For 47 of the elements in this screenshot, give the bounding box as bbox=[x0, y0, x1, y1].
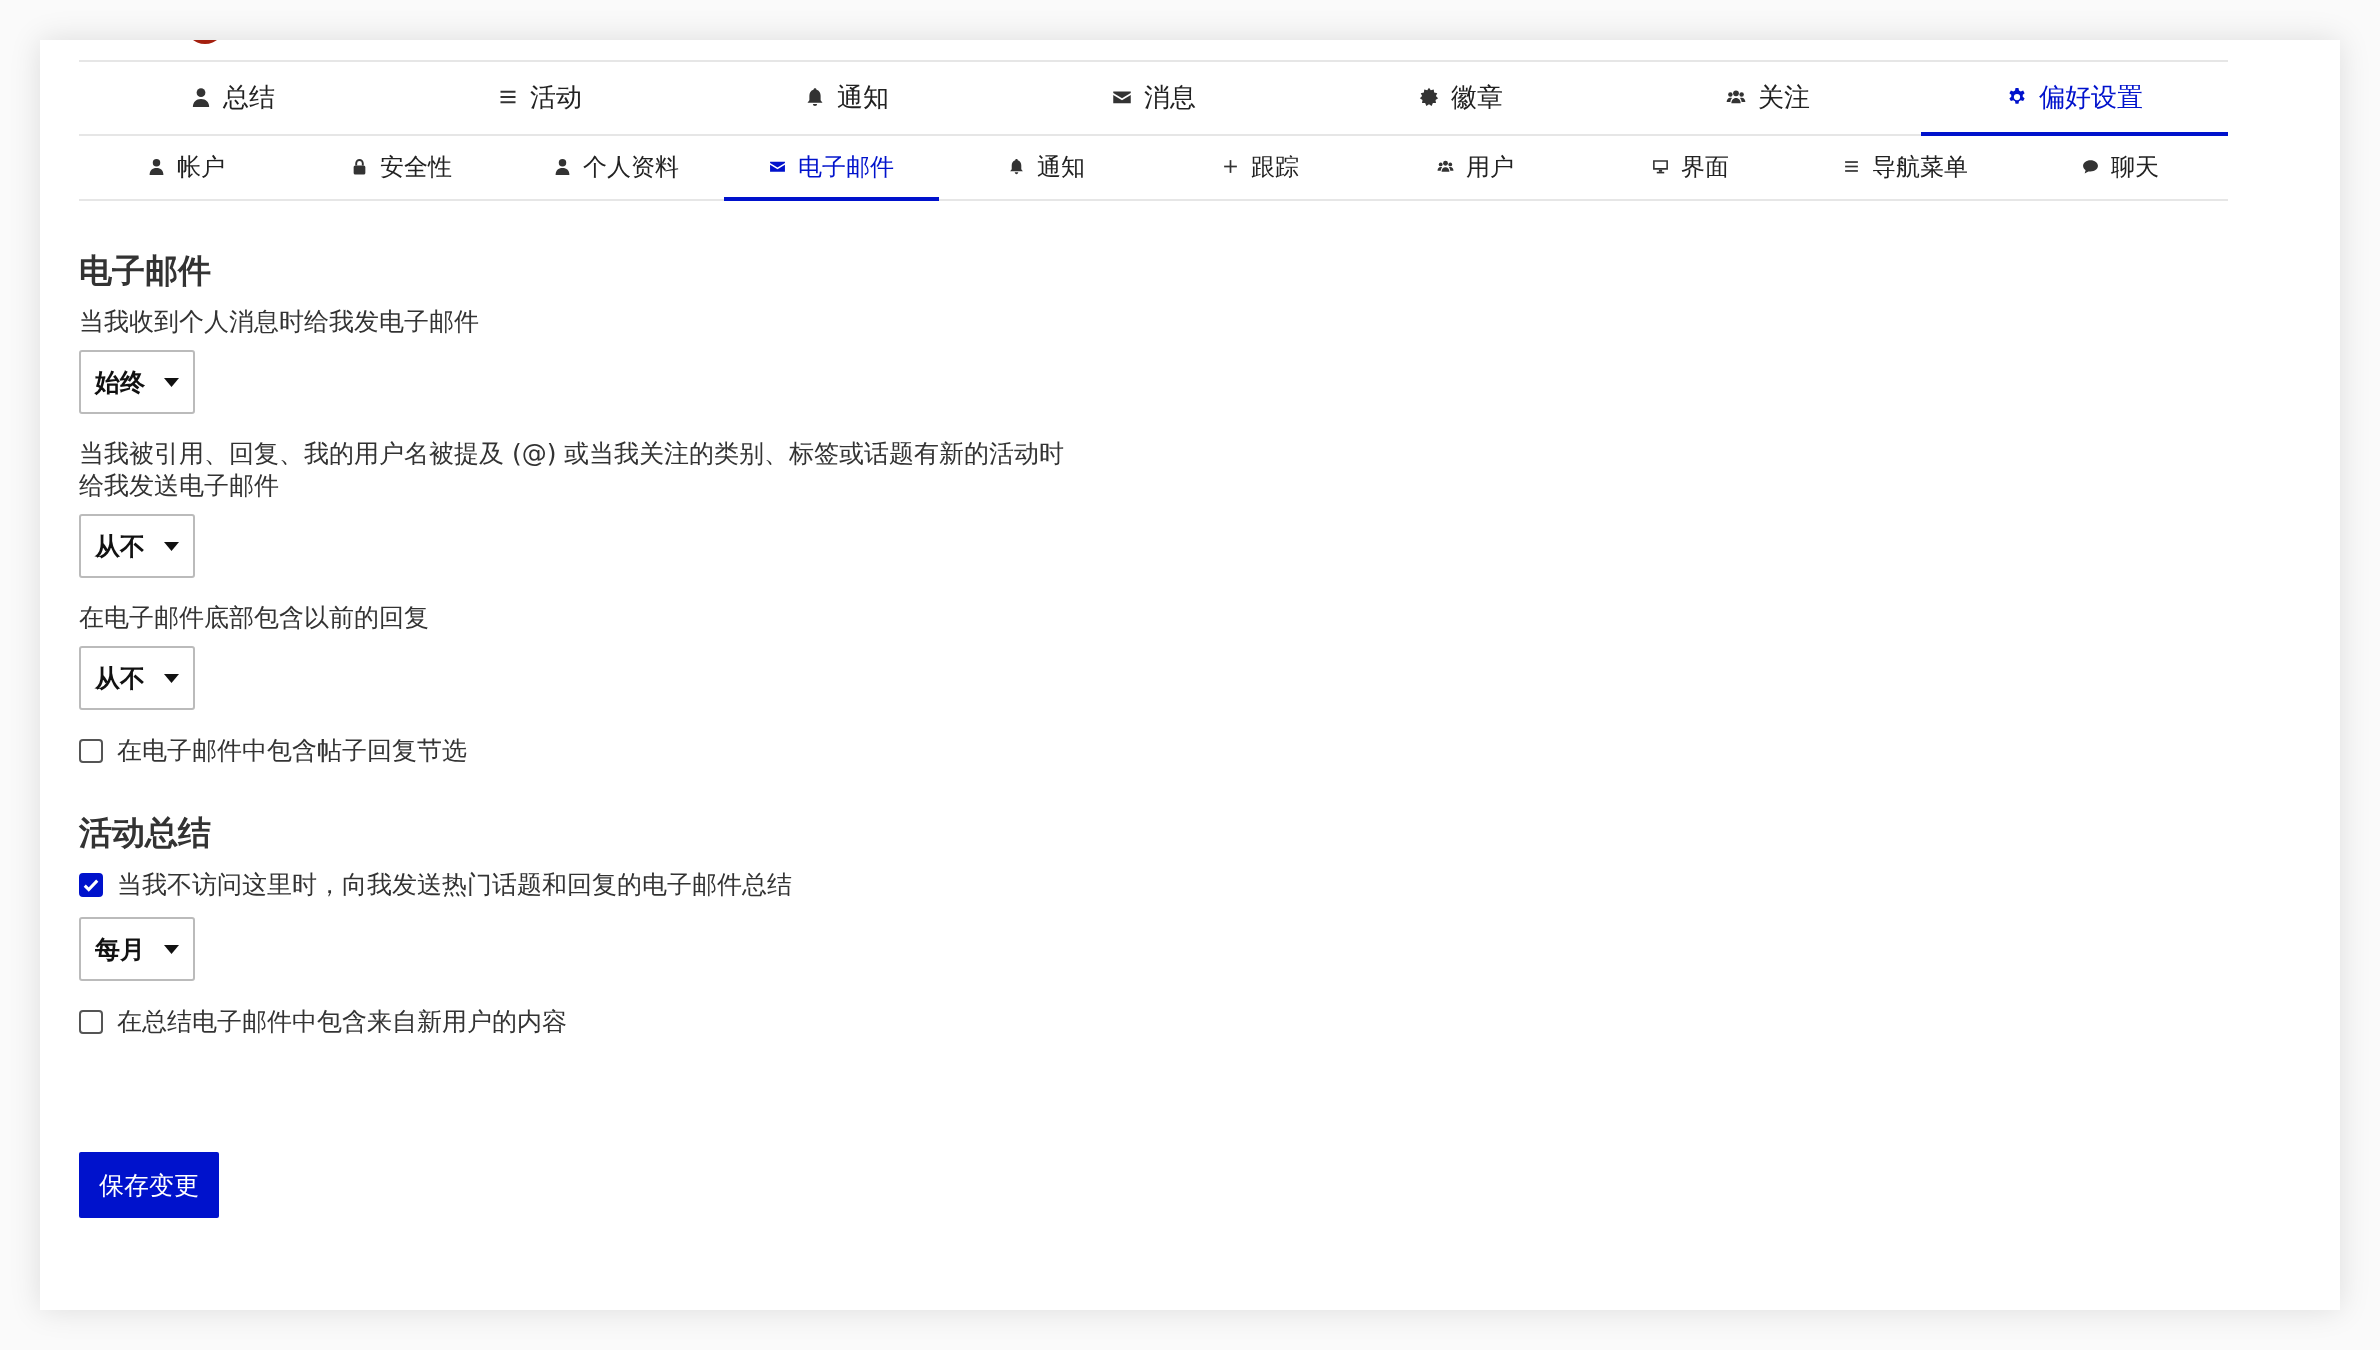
user-icon bbox=[553, 158, 571, 175]
list-icon bbox=[1843, 158, 1861, 175]
dropdown[interactable]: 每月 bbox=[79, 917, 195, 981]
subnav-tab[interactable]: 导航菜单 bbox=[1798, 136, 2014, 201]
caret-icon bbox=[164, 944, 179, 954]
users-icon bbox=[1437, 158, 1455, 175]
subnav-tab[interactable]: 用户 bbox=[1368, 136, 1584, 201]
checkbox[interactable] bbox=[79, 738, 103, 763]
field-label: 在电子邮件底部包含以前的回复 bbox=[79, 602, 429, 634]
nav-tab[interactable]: 徽章 bbox=[1307, 62, 1614, 136]
subnav-tab[interactable]: 通知 bbox=[938, 136, 1154, 201]
badge-icon bbox=[1418, 87, 1439, 107]
checkbox-label: 在总结电子邮件中包含来自新用户的内容 bbox=[117, 1006, 567, 1038]
monitor-icon bbox=[1652, 158, 1670, 175]
section-heading: 电子邮件 bbox=[79, 250, 211, 292]
plus-icon bbox=[1222, 158, 1240, 175]
user-icon bbox=[190, 87, 211, 107]
checkbox[interactable] bbox=[79, 872, 103, 897]
gear-icon bbox=[2006, 87, 2027, 107]
dropdown[interactable]: 从不 bbox=[79, 646, 195, 710]
subnav-tab[interactable]: 聊天 bbox=[2013, 136, 2229, 201]
field-label: 当我被引用、回复、我的用户名被提及 (@) 或当我关注的类别、标签或话题有新的活动时给我发送电子邮件 bbox=[79, 438, 1066, 502]
section-heading: 活动总结 bbox=[79, 812, 211, 854]
nav-tab[interactable]: 消息 bbox=[1000, 62, 1307, 136]
checkbox-label: 在电子邮件中包含帖子回复节选 bbox=[117, 735, 467, 767]
caret-icon bbox=[164, 377, 179, 387]
nav-tab[interactable]: 总结 bbox=[79, 62, 386, 136]
checkbox[interactable] bbox=[79, 1009, 103, 1034]
caret-icon bbox=[164, 673, 179, 683]
subnav-tab[interactable]: 界面 bbox=[1583, 136, 1799, 201]
subnav-tab[interactable]: 帐户 bbox=[79, 136, 294, 201]
field-label: 当我收到个人消息时给我发电子邮件 bbox=[79, 306, 479, 338]
nav-tab[interactable]: 通知 bbox=[693, 62, 1000, 136]
save-button[interactable]: 保存变更 bbox=[79, 1152, 219, 1218]
subnav-tab[interactable]: 安全性 bbox=[293, 136, 509, 201]
subnav-tab[interactable]: 跟踪 bbox=[1153, 136, 1369, 201]
subnav-tab[interactable]: 电子邮件 bbox=[723, 136, 939, 201]
nav-tab[interactable]: 偏好设置 bbox=[1921, 62, 2228, 136]
caret-icon bbox=[164, 541, 179, 551]
dropdown[interactable]: 始终 bbox=[79, 350, 195, 414]
dropdown[interactable]: 从不 bbox=[79, 514, 195, 578]
subnav-tab[interactable]: 个人资料 bbox=[508, 136, 724, 201]
comment-icon bbox=[2082, 158, 2100, 175]
user-icon bbox=[147, 158, 165, 175]
nav-tab[interactable]: 活动 bbox=[386, 62, 693, 136]
checkbox-label: 当我不访问这里时，向我发送热门话题和回复的电子邮件总结 bbox=[117, 869, 792, 901]
nav-tab[interactable]: 关注 bbox=[1614, 62, 1921, 136]
